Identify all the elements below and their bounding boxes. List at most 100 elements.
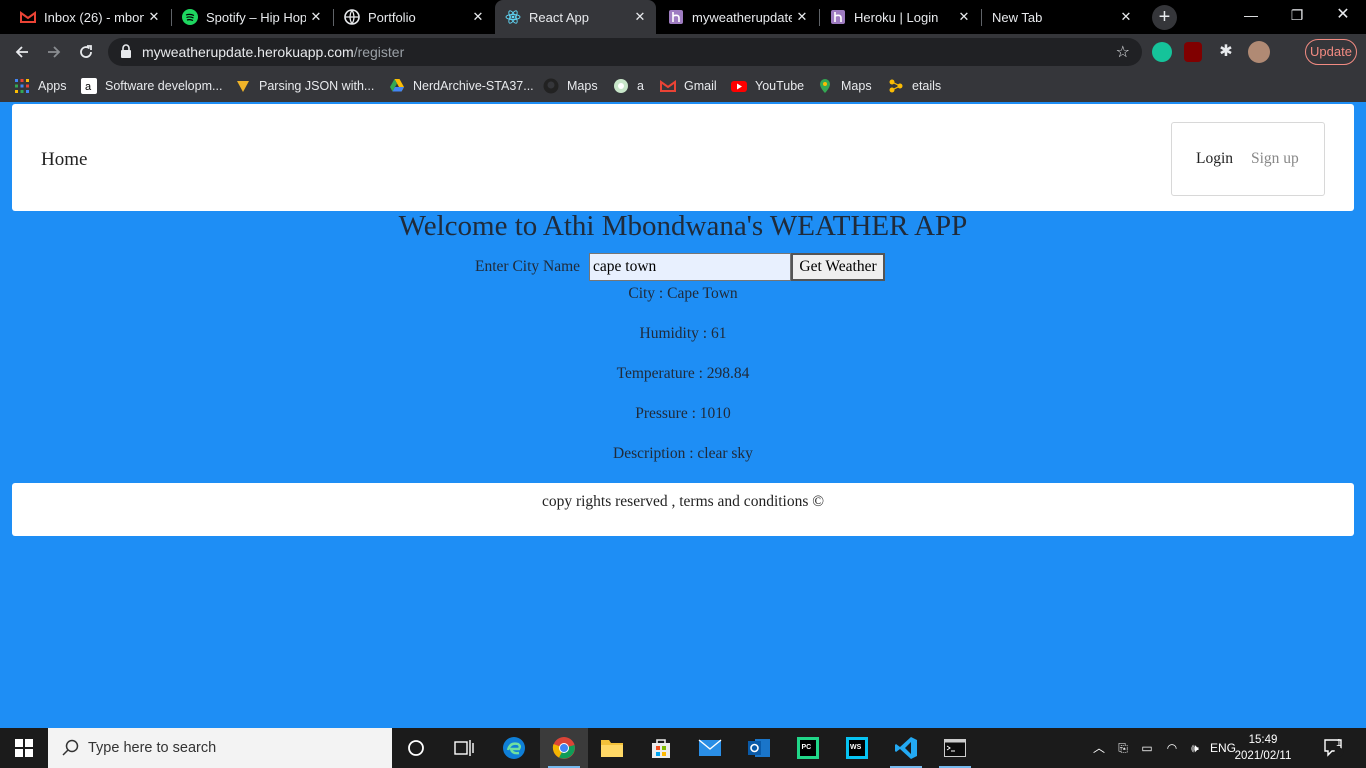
taskbar-search[interactable]: Type here to search [48, 728, 392, 768]
folder-icon [601, 740, 623, 757]
taskbar-webstorm[interactable]: WS [833, 728, 881, 768]
cortana-icon [408, 740, 424, 756]
auth-links: Login Sign up [1171, 122, 1325, 196]
close-icon[interactable]: ✕ [1118, 9, 1134, 25]
github-icon [543, 78, 559, 94]
close-icon[interactable]: ✕ [794, 9, 810, 25]
close-icon[interactable]: ✕ [470, 9, 486, 25]
heroku-icon [669, 10, 683, 24]
tab-new-tab[interactable]: New Tab ✕ [982, 0, 1142, 34]
result-pressure: Pressure : 1010 [635, 405, 731, 422]
webstorm-icon: WS [846, 737, 868, 759]
bookmark-label: Software developm... [105, 79, 223, 93]
bookmark-label: YouTube [755, 79, 805, 93]
spotify-icon [182, 9, 198, 25]
bookmark-star-icon[interactable]: ☆ [1116, 42, 1130, 62]
taskbar-store[interactable] [637, 728, 685, 768]
bookmark-software-development[interactable]: a Software developm... [81, 76, 222, 96]
home-link[interactable]: Home [41, 149, 87, 171]
show-hidden-icons-chevron-icon[interactable]: ︿ [1088, 728, 1110, 768]
profile-avatar[interactable] [1248, 41, 1270, 63]
site-footer: copy rights reserved , terms and conditi… [12, 483, 1354, 536]
taskbar-chrome[interactable] [540, 728, 588, 768]
forward-arrow-icon [48, 46, 61, 58]
close-icon[interactable]: ✕ [632, 9, 648, 25]
wifi-icon[interactable]: ◠ [1160, 728, 1184, 768]
update-button[interactable]: Update [1305, 39, 1357, 65]
tab-react-app[interactable]: React App ✕ [495, 0, 656, 34]
task-view-button[interactable] [440, 728, 488, 768]
taskbar-outlook[interactable] [735, 728, 783, 768]
device-icon[interactable]: ⎘ [1112, 728, 1134, 768]
login-link[interactable]: Login [1196, 150, 1233, 168]
circle-site-icon [614, 79, 628, 93]
restore-button[interactable]: ❐ [1274, 0, 1320, 30]
bookmark-gmail[interactable]: Gmail [660, 76, 717, 96]
url-path: /register [353, 44, 405, 60]
lock-icon[interactable] [120, 44, 132, 59]
taskbar-terminal[interactable] [931, 728, 979, 768]
bookmark-parsing-json[interactable]: Parsing JSON with... [235, 76, 374, 96]
map-pin-icon [820, 79, 830, 93]
youtube-icon [731, 81, 747, 92]
heroku-icon [831, 10, 845, 24]
taskbar-mail[interactable] [686, 728, 734, 768]
notification-count: 1 [1336, 738, 1342, 749]
grammarly-extension-icon[interactable] [1152, 42, 1172, 62]
city-input[interactable] [589, 253, 792, 281]
get-weather-button[interactable]: Get Weather [791, 253, 886, 281]
tab-heroku-login[interactable]: Heroku | Login ✕ [820, 0, 980, 34]
tab-title: myweatherupdate [692, 9, 792, 25]
taskbar-pycharm[interactable]: PC [784, 728, 832, 768]
battery-icon[interactable]: ▭ [1136, 728, 1158, 768]
signup-link[interactable]: Sign up [1251, 150, 1299, 168]
bookmark-apps[interactable]: Apps [14, 76, 67, 96]
bookmark-label: Parsing JSON with... [259, 79, 375, 93]
url-host: myweatherupdate.herokuapp.com [142, 44, 354, 60]
extensions-puzzle-icon[interactable]: ✱ [1216, 42, 1236, 62]
ublock-extension-icon[interactable] [1184, 42, 1202, 62]
reload-icon [80, 45, 92, 58]
bookmark-maps-github[interactable]: Maps [543, 76, 598, 96]
outlook-icon [748, 739, 770, 757]
taskbar-edge[interactable] [490, 728, 538, 768]
start-button[interactable] [0, 728, 48, 768]
close-icon[interactable]: ✕ [146, 9, 162, 25]
search-icon [62, 739, 79, 756]
svg-text:WS: WS [850, 744, 862, 751]
clock-time: 15:49 [1248, 734, 1278, 746]
volume-icon[interactable]: 🕪 [1184, 728, 1206, 768]
close-icon[interactable]: ✕ [308, 9, 324, 25]
clock[interactable]: 15:49 2021/02/11 [1232, 732, 1294, 764]
bookmark-label: a [637, 79, 644, 93]
tab-portfolio[interactable]: Portfolio ✕ [334, 0, 494, 34]
tab-gmail[interactable]: Inbox (26) - mbon ✕ [10, 0, 170, 34]
city-label: Enter City Name [475, 258, 581, 275]
address-bar[interactable]: myweatherupdate.herokuapp.com/register ☆ [108, 38, 1142, 66]
notifications-button[interactable]: 1 [1316, 728, 1352, 768]
clock-date: 2021/02/11 [1234, 750, 1292, 762]
reload-button[interactable] [74, 40, 98, 64]
minimize-button[interactable]: — [1228, 0, 1274, 30]
globe-icon [344, 9, 360, 25]
bookmark-maps[interactable]: Maps [817, 76, 872, 96]
close-window-button[interactable]: ✕ [1320, 0, 1366, 30]
cortana-button[interactable] [392, 728, 440, 768]
tab-myweatherupdate[interactable]: myweatherupdate ✕ [658, 0, 818, 34]
tab-spotify[interactable]: Spotify – Hip Hop ✕ [172, 0, 332, 34]
tab-title: React App [529, 9, 589, 25]
tab-title: Heroku | Login [854, 9, 939, 25]
taskbar-file-explorer[interactable] [588, 728, 636, 768]
close-icon[interactable]: ✕ [956, 9, 972, 25]
taskbar-vscode[interactable] [882, 728, 930, 768]
result-humidity: Humidity : 61 [639, 325, 727, 342]
weather-form: Enter City Name Get Weather [475, 253, 886, 281]
new-tab-button[interactable]: + [1152, 5, 1177, 30]
bookmark-nerdarchive[interactable]: NerdArchive-STA37... [389, 76, 534, 96]
bookmark-etails[interactable]: etails [888, 76, 941, 96]
bookmark-a[interactable]: a [613, 76, 644, 96]
pycharm-icon: PC [797, 737, 819, 759]
bookmark-youtube[interactable]: YouTube [731, 76, 804, 96]
forward-button[interactable] [42, 40, 66, 64]
back-button[interactable] [10, 40, 34, 64]
